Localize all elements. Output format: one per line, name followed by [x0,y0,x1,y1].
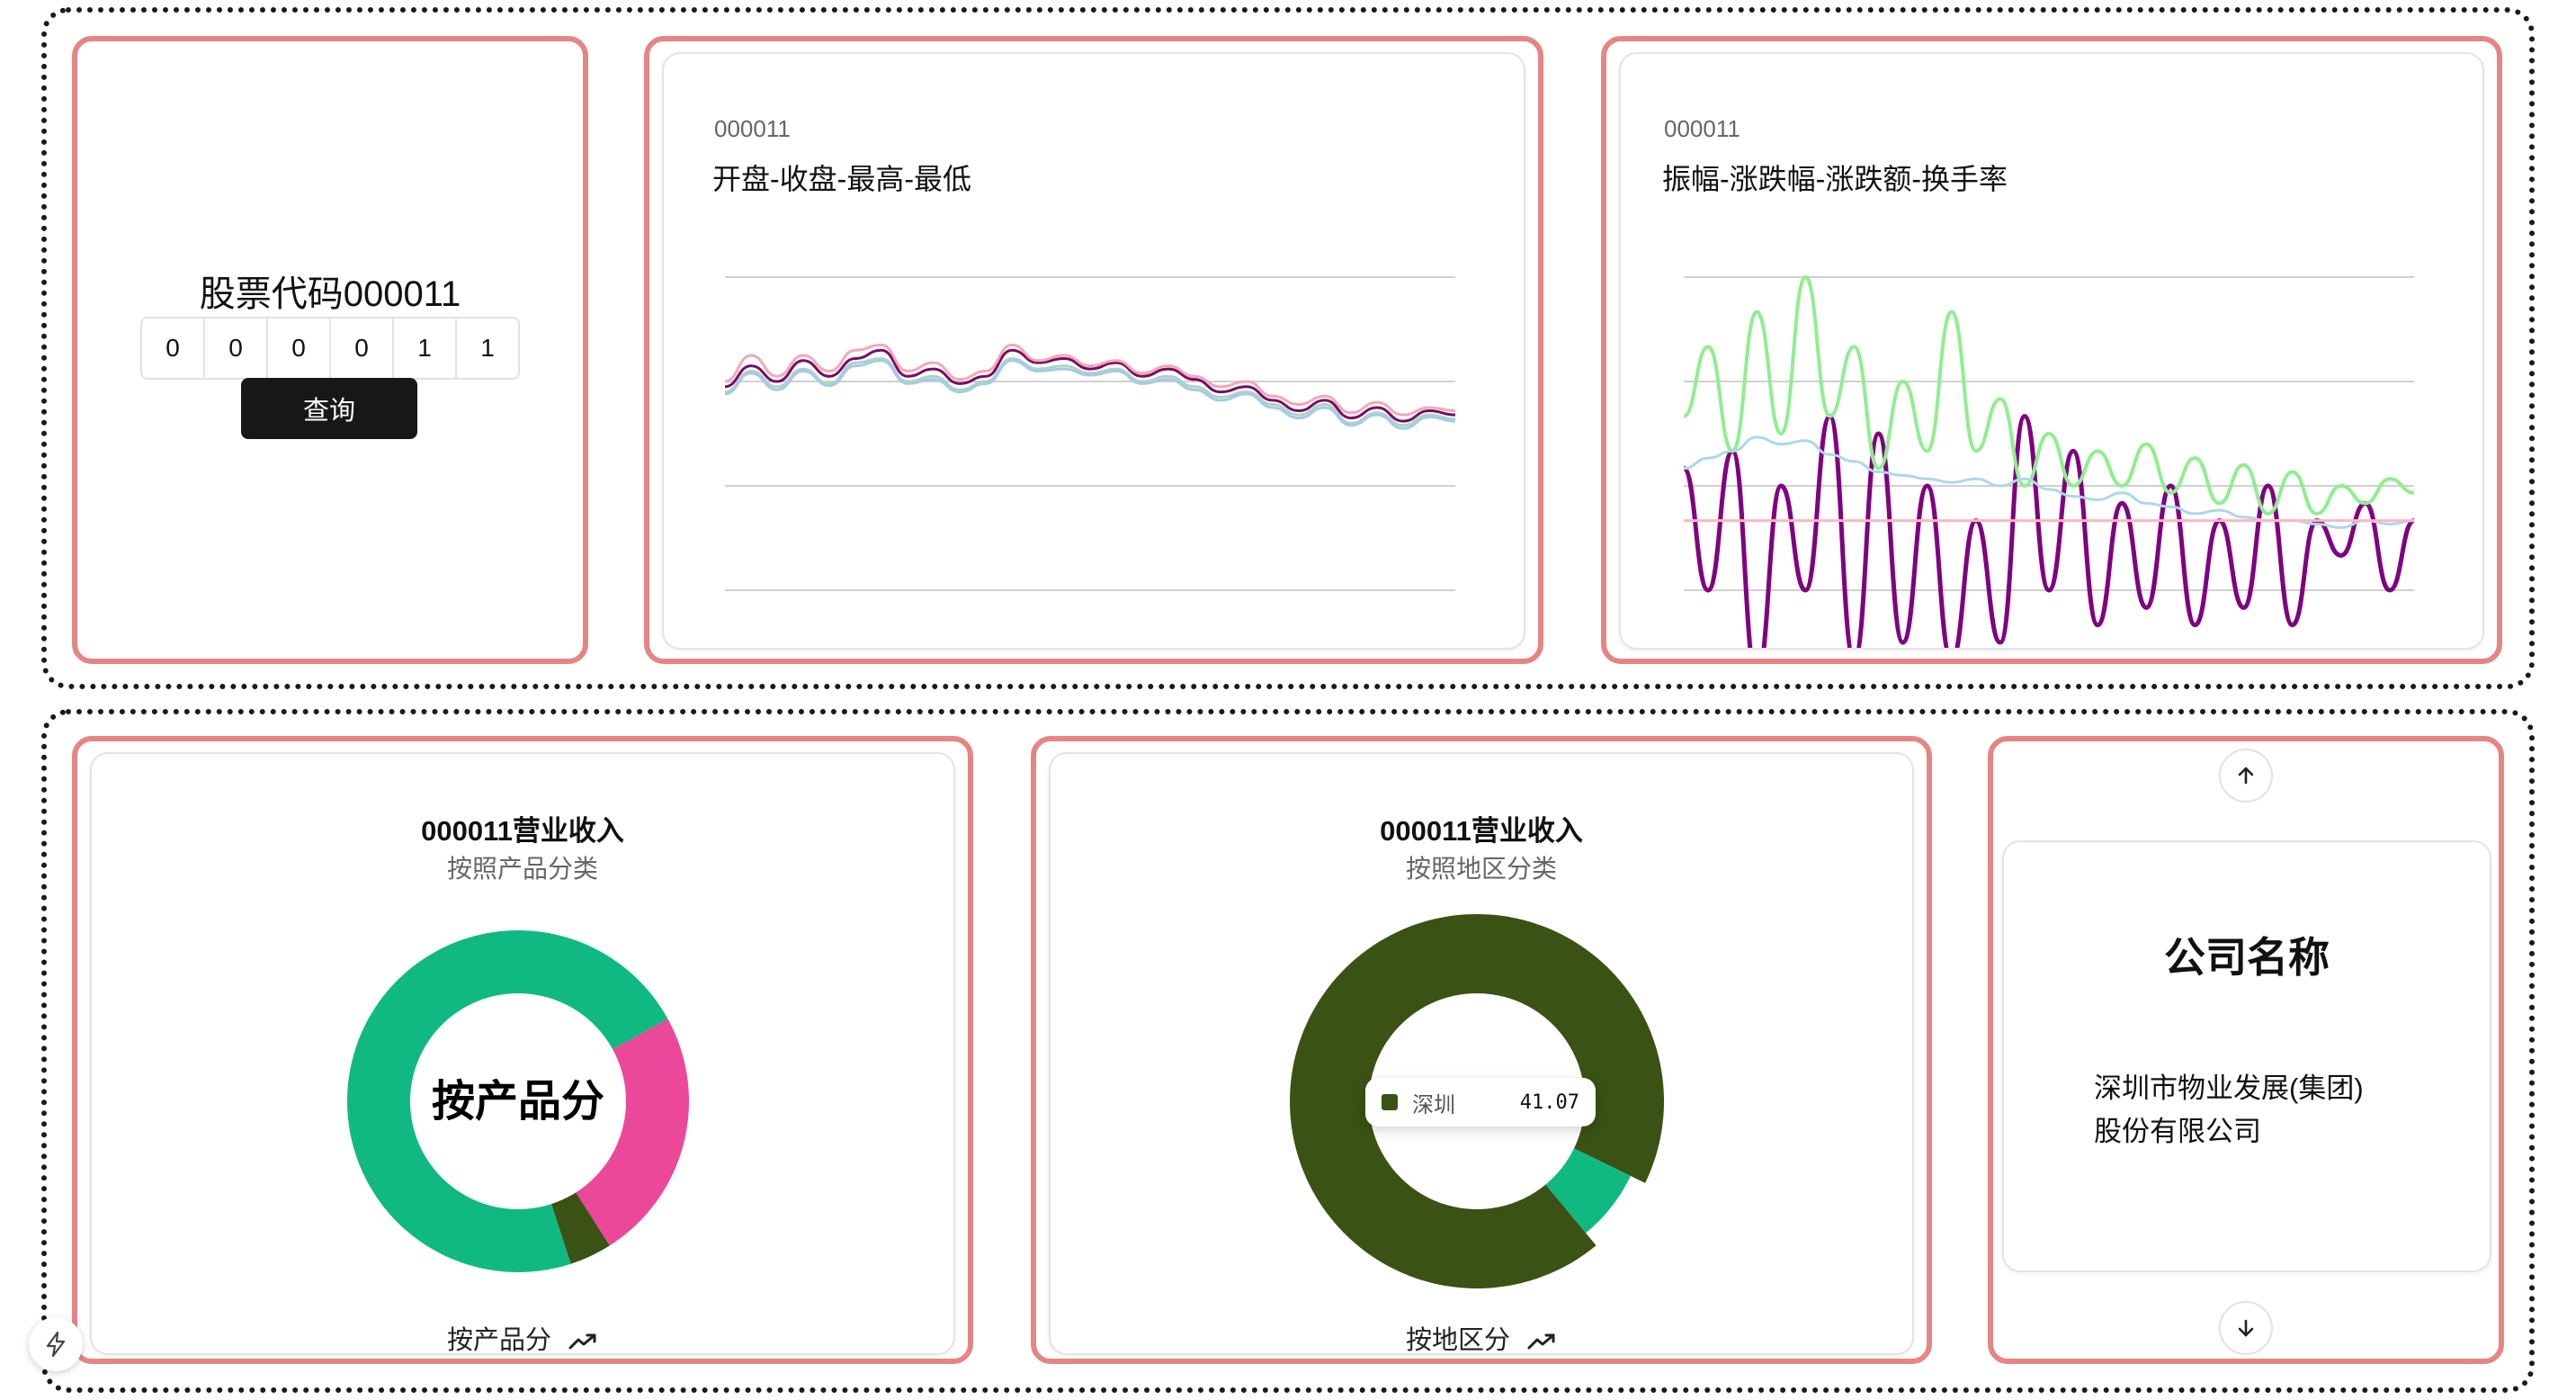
region-revenue-panel: 000011营业收入 按照地区分类 按地区分 深圳 41.07 按地区分 [1031,736,1932,1364]
metrics-line-chart: 2024-11-02024-11-22024-12-02024-12-22025… [1681,275,2416,648]
pie-slice-2[interactable] [576,1019,690,1246]
company-name-panel: 公司名称 深圳市物业发展(集团) 股份有限公司 [1988,736,2504,1364]
product-revenue-card: 000011营业收入 按照产品分类 按产品分 按产品分 [90,752,955,1355]
digit-input-4[interactable]: 0 [329,317,394,380]
region-revenue-card: 000011营业收入 按照地区分类 按地区分 深圳 41.07 按地区分 [1049,752,1914,1355]
price-chart-panel: 000011 开盘-收盘-最高-最低 2024-11-02024-11-2202… [644,36,1543,664]
lightning-icon [46,1331,66,1358]
series-line-3 [1683,435,2415,529]
company-name-line1: 深圳市物业发展(集团) [2094,1072,2364,1104]
region-footer: 按地区分 [1051,1319,1912,1357]
stock-query-panel: 股票代码000011 0 0 0 0 1 1 查询 [72,36,588,664]
series-line-2 [1683,275,2415,516]
company-card: 公司名称 深圳市物业发展(集团) 股份有限公司 [2002,840,2491,1272]
series-line-1 [1681,414,2416,648]
trending-up-icon [1527,1333,1555,1350]
region-tooltip: 深圳 41.07 [1365,1078,1596,1126]
stock-code-input[interactable]: 0 0 0 0 1 1 [140,317,520,380]
carousel-prev-button[interactable] [2219,749,2273,803]
digit-input-6[interactable]: 1 [455,317,520,380]
tooltip-name: 深圳 [1412,1092,1455,1117]
region-donut-chart: 按地区分 [1290,914,1664,1288]
product-donut-chart: 按产品分 [347,930,690,1272]
series-line-2 [724,343,1456,417]
region-footer-label: 按地区分 [1405,1326,1510,1355]
metrics-chart-panel: 000011 振幅-涨跌幅-涨跌额-换手率 2024-11-02024-11-2… [1601,36,2502,664]
arrow-down-icon [2238,1319,2254,1337]
company-title: 公司名称 [2164,934,2330,981]
digit-input-3[interactable]: 0 [266,317,331,380]
digit-input-2[interactable]: 0 [203,317,268,380]
metrics-chart-card: 000011 振幅-涨跌幅-涨跌额-换手率 2024-11-02024-11-2… [1619,52,2484,650]
digit-input-1[interactable]: 0 [140,317,205,380]
product-footer-label: 按产品分 [446,1326,551,1355]
tooltip-swatch [1382,1094,1398,1110]
carousel-next-button[interactable] [2219,1301,2273,1355]
pie-center-label: 按产品分 [432,1078,604,1126]
digit-input-5[interactable]: 1 [392,317,457,380]
product-footer: 按产品分 [92,1319,953,1357]
trending-up-icon [568,1333,596,1350]
stock-code-title: 股票代码000011 [199,274,461,314]
dev-tools-button[interactable] [29,1317,83,1371]
tooltip-value: 41.07 [1519,1090,1579,1114]
price-line-chart: 2024-11-02024-11-22024-12-02024-12-22025… [724,276,1456,591]
query-button[interactable]: 查询 [241,378,417,439]
product-revenue-panel: 000011营业收入 按照产品分类 按产品分 按产品分 [72,736,973,1364]
company-name-line2: 股份有限公司 [2094,1116,2261,1147]
arrow-up-icon [2238,767,2254,785]
price-chart-card: 000011 开盘-收盘-最高-最低 2024-11-02024-11-2202… [662,52,1525,650]
